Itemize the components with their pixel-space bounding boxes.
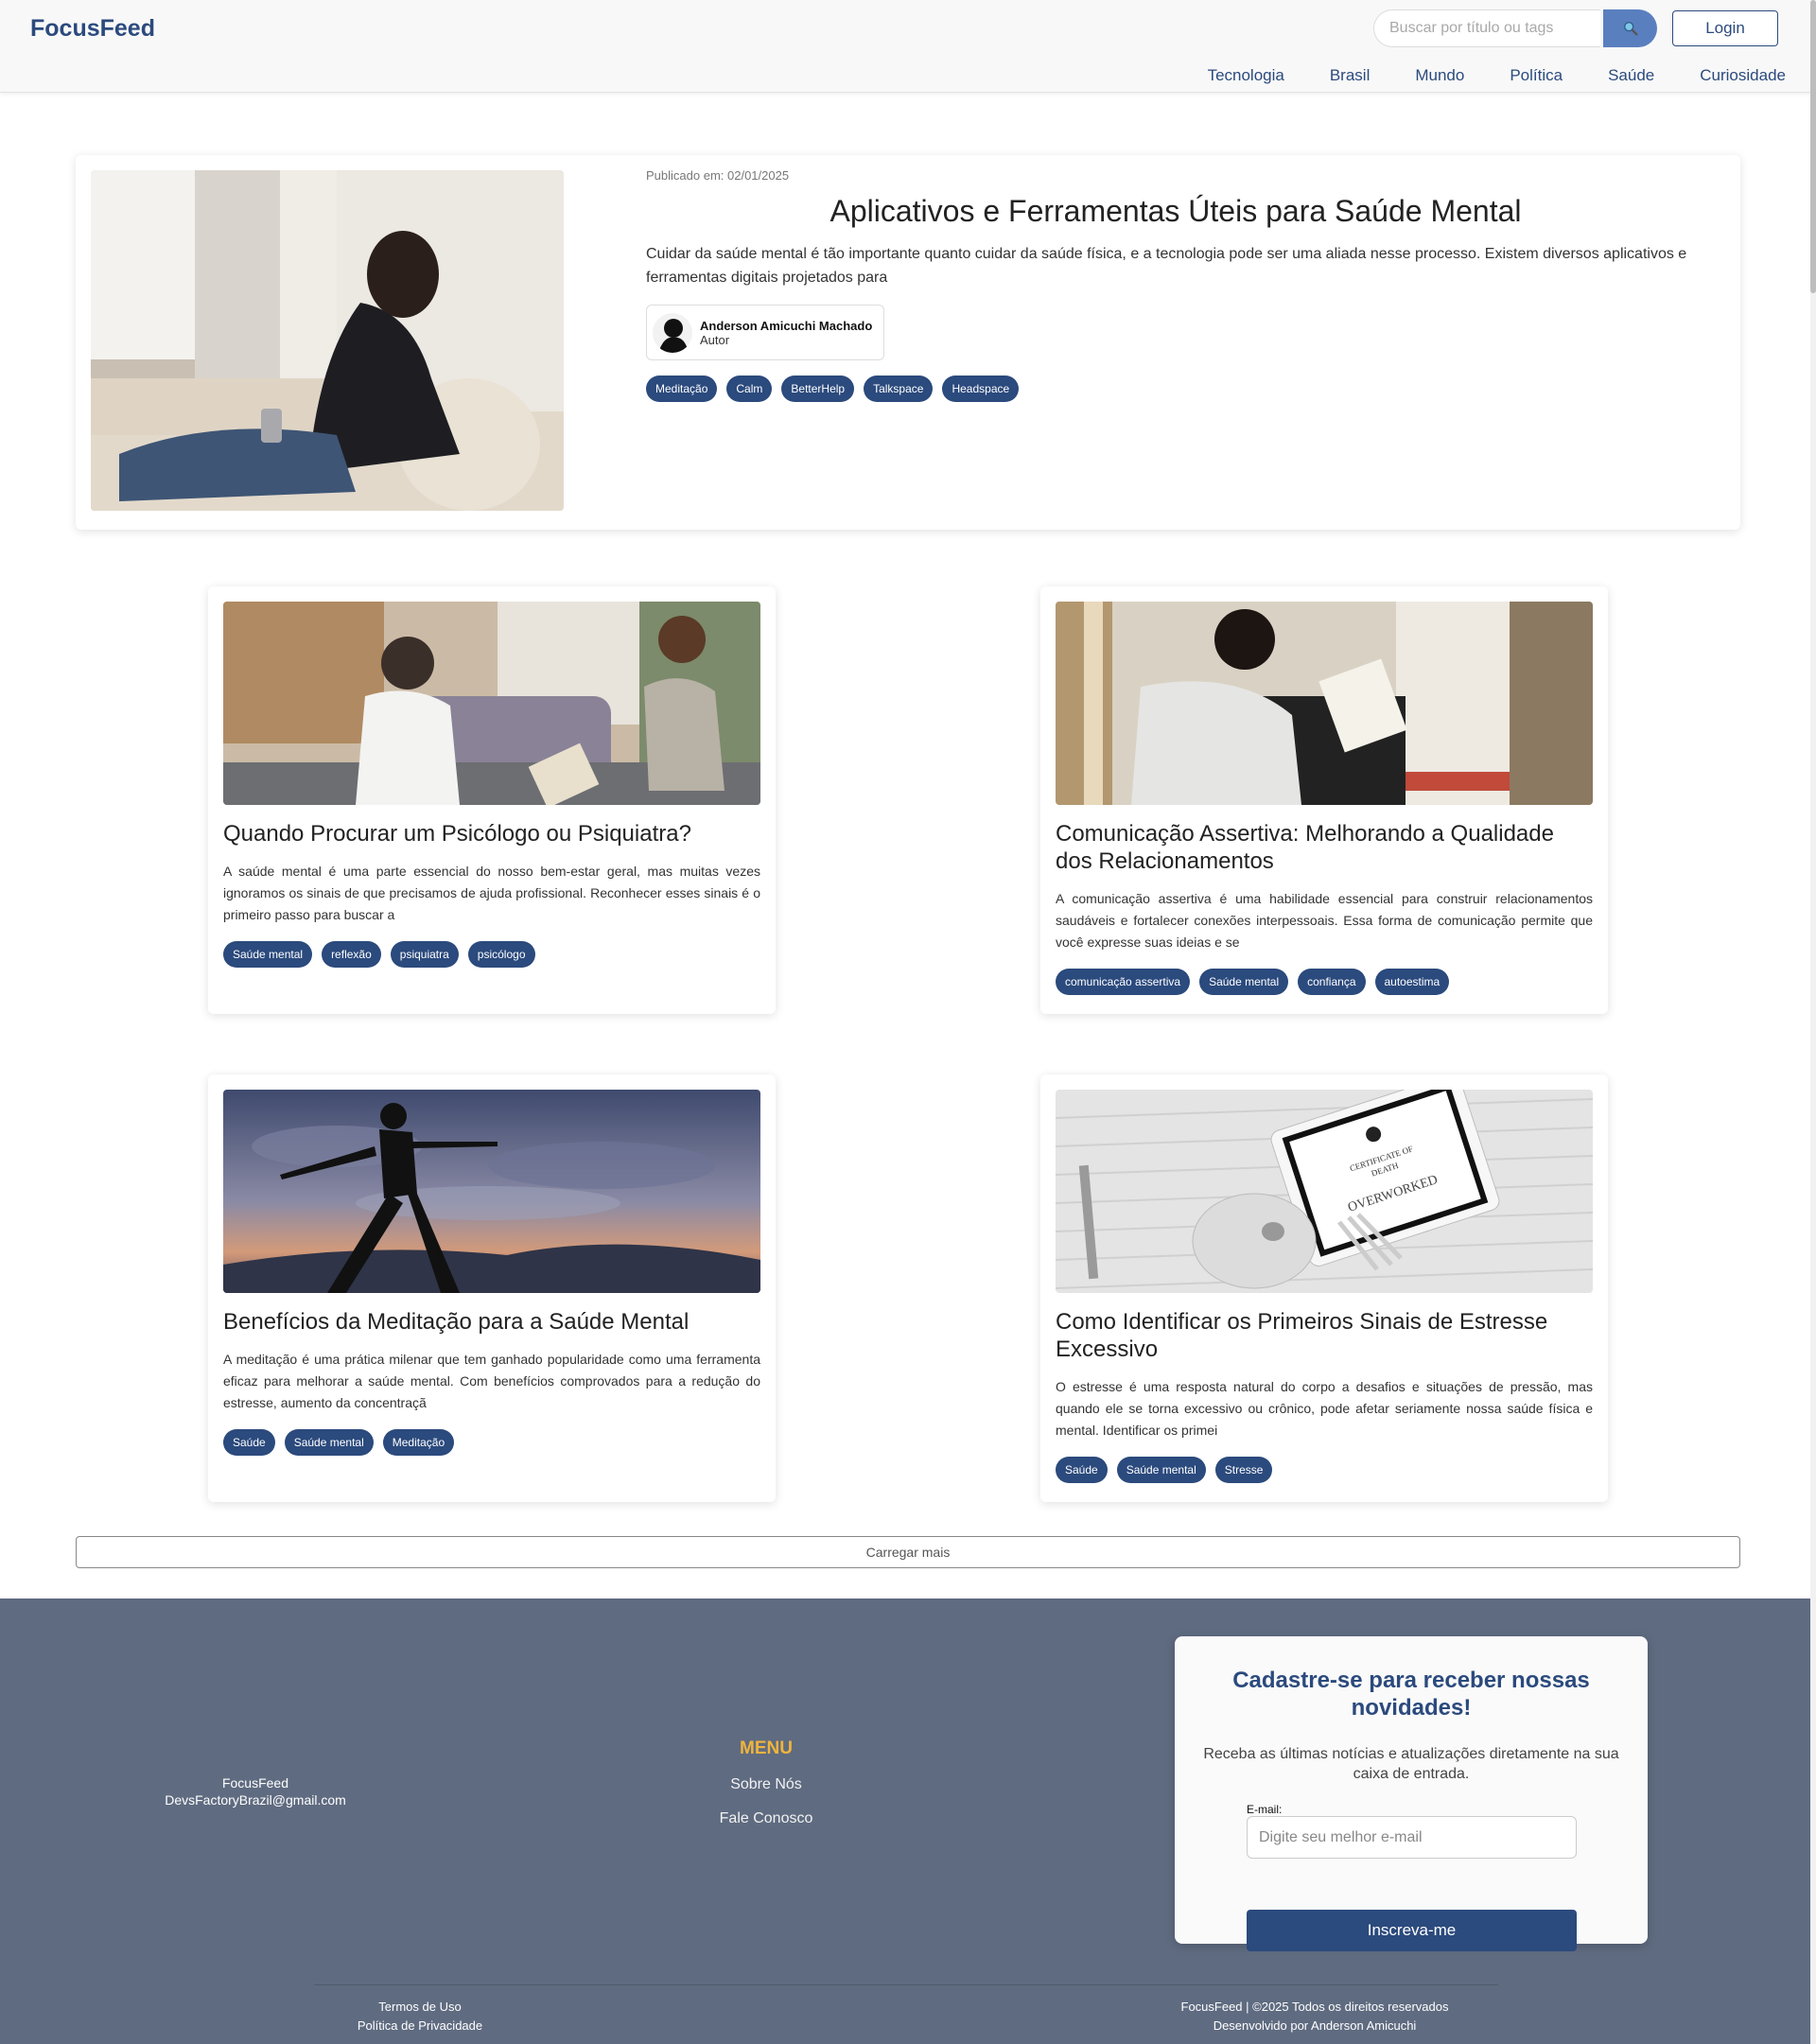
- subscribe-button[interactable]: Inscreva-me: [1247, 1910, 1577, 1951]
- featured-tags: Meditação Calm BetterHelp Talkspace Head…: [646, 376, 1705, 402]
- tag[interactable]: Stresse: [1214, 1457, 1273, 1483]
- post-image[interactable]: [1056, 602, 1593, 805]
- tag[interactable]: Calm: [726, 376, 773, 402]
- post-image[interactable]: [223, 1090, 760, 1293]
- footer-brand-name: FocusFeed: [221, 1775, 289, 1791]
- post-tags: Saúde Saúde mental Meditação: [223, 1429, 760, 1456]
- author-name: Anderson Amicuchi Machado: [700, 318, 873, 333]
- footer-brand: FocusFeed DevsFactoryBrazil@gmail.com: [95, 1774, 416, 1808]
- post-card[interactable]: Comunicação Assertiva: Melhorando a Qual…: [1040, 586, 1608, 1014]
- nav-curiosidade[interactable]: Curiosidade: [1700, 66, 1786, 85]
- post-card[interactable]: Benefícios da Meditação para a Saúde Men…: [208, 1074, 776, 1502]
- footer-legal-links: Termos de Uso Política de Privacidade: [284, 1998, 556, 2035]
- footer-divider: [314, 1984, 1498, 1985]
- nav-tecnologia[interactable]: Tecnologia: [1208, 66, 1284, 85]
- category-nav: Tecnologia Brasil Mundo Política Saúde C…: [1208, 66, 1786, 85]
- tag[interactable]: psicólogo: [467, 941, 535, 968]
- featured-image[interactable]: [91, 170, 564, 511]
- email-label: E-mail:: [1247, 1803, 1283, 1816]
- footer-menu: MENU Sobre Nós Fale Conosco: [653, 1738, 880, 1827]
- nav-politica[interactable]: Política: [1510, 66, 1563, 85]
- tag[interactable]: Saúde mental: [1199, 969, 1289, 995]
- nav-mundo[interactable]: Mundo: [1415, 66, 1464, 85]
- post-excerpt: O estresse é uma resposta natural do cor…: [1056, 1379, 1593, 1438]
- email-field[interactable]: [1247, 1816, 1577, 1859]
- search-bar: [1373, 9, 1657, 47]
- post-title[interactable]: Quando Procurar um Psicólogo ou Psiquiat…: [223, 820, 760, 847]
- post-title[interactable]: Como Identificar os Primeiros Sinais de …: [1056, 1308, 1593, 1363]
- author-role: Autor: [700, 332, 730, 347]
- post-title[interactable]: Benefícios da Meditação para a Saúde Men…: [223, 1308, 760, 1336]
- publish-date: Publicado em: 02/01/2025: [646, 168, 790, 183]
- newsletter-form: Cadastre-se para receber nossas novidade…: [1175, 1636, 1648, 1951]
- post-image[interactable]: CERTIFICATE OF DEATH OVERWORKED: [1056, 1090, 1593, 1293]
- nav-saude[interactable]: Saúde: [1608, 66, 1654, 85]
- newsletter-title: Cadastre-se para receber nossas novidade…: [1232, 1668, 1590, 1721]
- author-card[interactable]: Anderson Amicuchi Machado Autor: [646, 305, 884, 360]
- search-icon: [1623, 22, 1637, 36]
- post-image[interactable]: [223, 602, 760, 805]
- avatar: [653, 312, 692, 353]
- featured-excerpt: Cuidar da saúde mental é tão importante …: [646, 246, 1687, 286]
- post-card[interactable]: Quando Procurar um Psicólogo ou Psiquiat…: [208, 586, 776, 1014]
- tag[interactable]: Talkspace: [864, 376, 934, 402]
- footer-copyright: FocusFeed | ©2025 Todos os direitos rese…: [1126, 1998, 1504, 2035]
- tag[interactable]: Saúde mental: [284, 1429, 374, 1456]
- site-logo[interactable]: FocusFeed: [30, 15, 155, 43]
- tag[interactable]: Saúde mental: [1116, 1457, 1206, 1483]
- footer-email[interactable]: DevsFactoryBrazil@gmail.com: [95, 1791, 416, 1808]
- post-excerpt: A comunicação assertiva é uma habilidade…: [1056, 891, 1593, 950]
- post-excerpt: A meditação é uma prática milenar que te…: [223, 1352, 760, 1410]
- post-tags: comunicação assertiva Saúde mental confi…: [1056, 969, 1593, 995]
- page-scrollbar[interactable]: [1810, 0, 1816, 2044]
- tag[interactable]: Headspace: [942, 376, 1020, 402]
- tag[interactable]: autoestima: [1374, 969, 1450, 995]
- footer-link-sobre-nos[interactable]: Sobre Nós: [653, 1776, 880, 1793]
- post-excerpt: A saúde mental é uma parte essencial do …: [223, 864, 760, 922]
- search-button[interactable]: [1603, 9, 1657, 47]
- nav-brasil[interactable]: Brasil: [1330, 66, 1371, 85]
- footer-link-fale-conosco[interactable]: Fale Conosco: [653, 1810, 880, 1827]
- tag[interactable]: Meditação: [382, 1429, 455, 1456]
- featured-title[interactable]: Aplicativos e Ferramentas Úteis para Saú…: [646, 194, 1705, 229]
- tag[interactable]: psiquiatra: [390, 941, 459, 968]
- footer-menu-title: MENU: [740, 1738, 793, 1758]
- tag[interactable]: confiança: [1298, 969, 1366, 995]
- tag[interactable]: Saúde: [223, 1429, 275, 1456]
- tag[interactable]: BetterHelp: [781, 376, 855, 402]
- tag[interactable]: reflexão: [322, 941, 381, 968]
- site-footer: FocusFeed DevsFactoryBrazil@gmail.com ME…: [0, 1599, 1816, 2044]
- developer-credit: Desenvolvido por Anderson Amicuchi: [1213, 2018, 1417, 2033]
- tag[interactable]: comunicação assertiva: [1056, 969, 1191, 995]
- tag[interactable]: Saúde mental: [223, 941, 313, 968]
- scrollbar-thumb[interactable]: [1810, 0, 1816, 293]
- post-tags: Saúde mental reflexão psiquiatra psicólo…: [223, 941, 760, 968]
- newsletter-text: Receba as últimas notícias e atualizaçõe…: [1203, 1746, 1619, 1782]
- post-title[interactable]: Comunicação Assertiva: Melhorando a Qual…: [1056, 820, 1593, 875]
- search-input[interactable]: [1373, 9, 1600, 47]
- post-tags: Saúde Saúde mental Stresse: [1056, 1457, 1593, 1483]
- post-card[interactable]: CERTIFICATE OF DEATH OVERWORKED Como Ide…: [1040, 1074, 1608, 1502]
- featured-content: Publicado em: 02/01/2025 Aplicativos e F…: [646, 168, 1705, 402]
- copyright-text: FocusFeed | ©2025 Todos os direitos rese…: [1180, 2000, 1449, 2014]
- featured-post[interactable]: Publicado em: 02/01/2025 Aplicativos e F…: [76, 155, 1740, 530]
- login-button[interactable]: Login: [1672, 10, 1778, 46]
- tag[interactable]: Saúde: [1056, 1457, 1108, 1483]
- site-header: FocusFeed Login Tecnologia Brasil Mundo …: [0, 0, 1816, 93]
- load-more-button[interactable]: Carregar mais: [76, 1536, 1740, 1568]
- tag[interactable]: Meditação: [646, 376, 718, 402]
- privacy-link[interactable]: Política de Privacidade: [284, 2017, 556, 2035]
- terms-link[interactable]: Termos de Uso: [284, 1998, 556, 2017]
